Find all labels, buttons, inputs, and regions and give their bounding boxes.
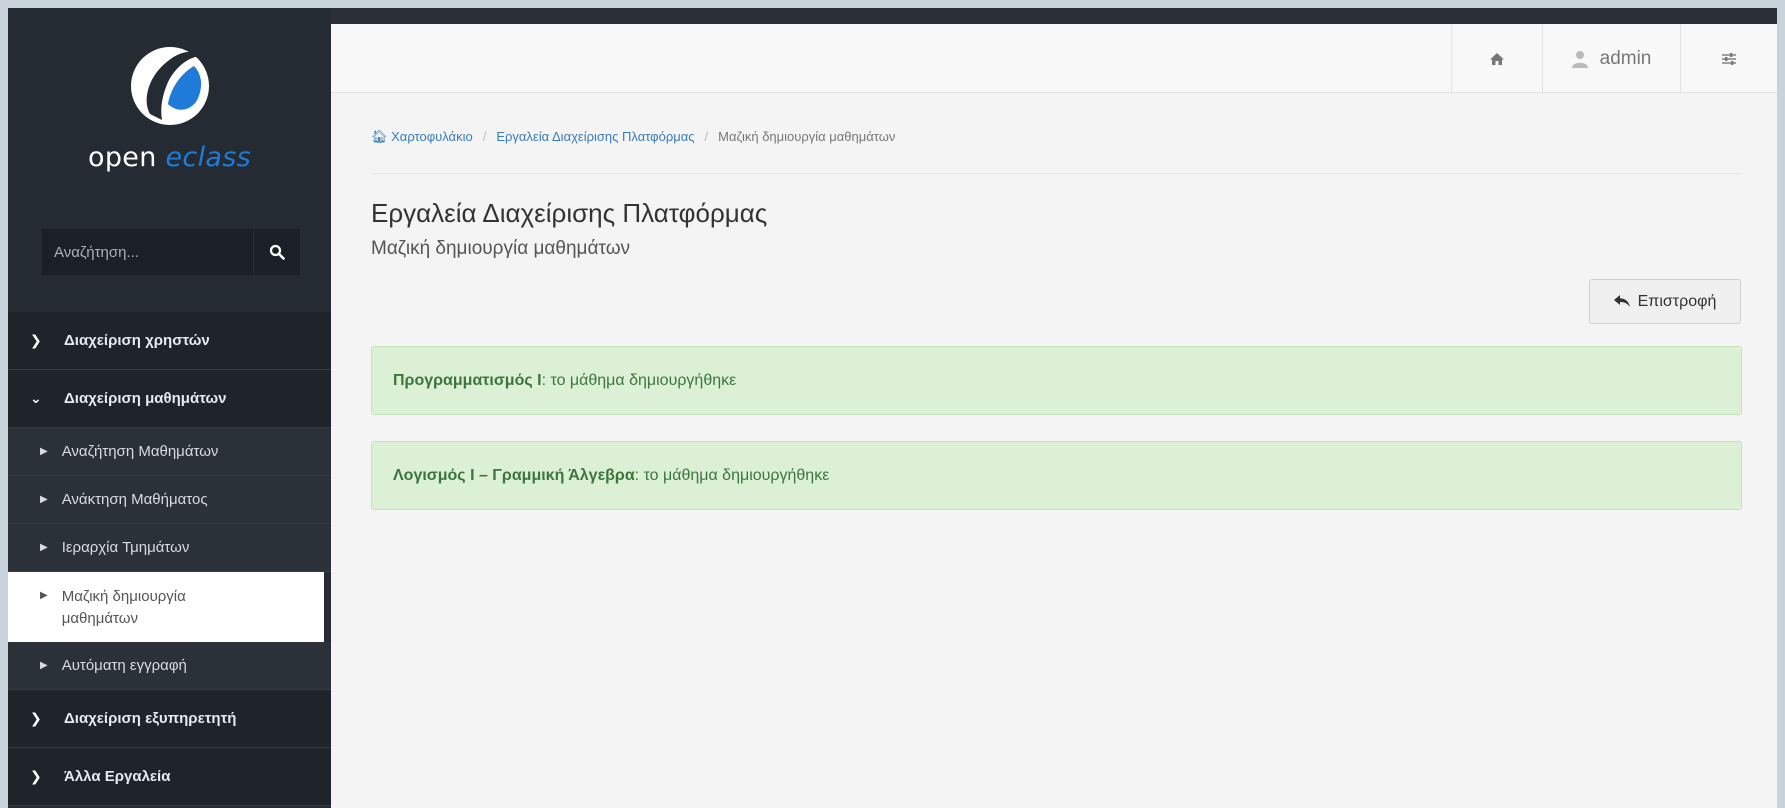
label-line-2: μαθημάτων	[61, 610, 138, 627]
search-input[interactable]	[42, 229, 253, 275]
sidebar-item-users[interactable]: ❯ Διαχείριση χρηστών	[8, 312, 331, 370]
sidebar-subitem-label: Μαζική δημιουργία μαθημάτων	[62, 586, 186, 630]
settings-button[interactable]	[1680, 24, 1777, 93]
sidebar-item-server[interactable]: ❯ Διαχείριση εξυπηρετητή	[8, 690, 331, 748]
main-panel: admin 🏠︎ Χαρτοφυλάκιο / Εργαλεία Διαχείρ…	[331, 24, 1777, 808]
sidebar-item-other-tools[interactable]: ❯ Άλλα Εργαλεία	[8, 748, 331, 806]
caret-right-icon: ▶	[40, 446, 48, 457]
reply-icon	[1613, 295, 1630, 307]
sliders-icon	[1722, 52, 1736, 65]
home-icon: 🏠︎	[371, 129, 388, 144]
success-alert: Προγραμματισμός Ι: το μάθημα δημιουργήθη…	[371, 346, 1742, 415]
sidebar-subitem-hierarchy[interactable]: ▶ Ιεραρχία Τμημάτων	[8, 524, 331, 572]
sidebar-subitem-auto-enroll[interactable]: ▶ Αυτόματη εγγραφή	[8, 642, 331, 690]
username: admin	[1599, 47, 1652, 69]
sidebar-search	[42, 229, 300, 275]
sidebar-item-courses[interactable]: ⌄ Διαχείριση μαθημάτων	[8, 370, 331, 428]
sidebar-item-label: Διαχείριση μαθημάτων	[64, 390, 227, 407]
search-icon	[269, 244, 285, 260]
page-subtitle: Μαζική δημιουργία μαθημάτων	[371, 238, 631, 259]
logo-text: open eclass	[8, 142, 331, 173]
alert-message: : το μάθημα δημιουργήθηκε	[634, 466, 830, 484]
sidebar-subitem-restore-course[interactable]: ▶ Ανάκτηση Μαθήματος	[8, 476, 331, 524]
search-button[interactable]	[253, 229, 300, 275]
logo-text-accent: eclass	[165, 142, 251, 173]
logo[interactable]: open eclass	[8, 44, 331, 173]
home-button[interactable]	[1451, 24, 1542, 93]
user-menu[interactable]: admin	[1542, 24, 1680, 93]
success-alert: Λογισμός Ι – Γραμμική Άλγεβρα: το μάθημα…	[371, 441, 1742, 510]
breadcrumb-label: Χαρτοφυλάκιο	[391, 129, 473, 144]
breadcrumb-current: Μαζική δημιουργία μαθημάτων	[718, 129, 896, 144]
sidebar-item-label: Διαχείριση χρηστών	[64, 332, 210, 349]
sidebar: open eclass ❯ Διαχείριση χρηστών ⌄ Διαχε…	[8, 8, 331, 808]
back-button-label: Επιστροφή	[1637, 292, 1717, 310]
sidebar-subitem-label: Ανάκτηση Μαθήματος	[61, 491, 208, 508]
breadcrumb: 🏠︎ Χαρτοφυλάκιο / Εργαλεία Διαχείρισης Π…	[371, 124, 1742, 174]
back-button[interactable]: Επιστροφή	[1589, 279, 1741, 324]
logo-text-main: open	[88, 142, 166, 173]
chevron-right-icon: ❯	[30, 332, 42, 348]
caret-right-icon: ▶	[40, 660, 48, 671]
breadcrumb-separator: /	[482, 129, 487, 144]
chevron-down-icon: ⌄	[30, 390, 42, 406]
chevron-right-icon: ❯	[30, 768, 42, 784]
alert-course-name: Λογισμός Ι – Γραμμική Άλγεβρα	[393, 466, 635, 484]
alert-course-name: Προγραμματισμός Ι	[393, 371, 542, 389]
page-title: Εργαλεία Διαχείρισης Πλατφόρμας	[371, 198, 768, 228]
topbar: admin	[331, 24, 1777, 93]
sidebar-subitem-label: Αυτόματη εγγραφή	[61, 657, 187, 674]
sidebar-subitem-search-courses[interactable]: ▶ Αναζήτηση Μαθημάτων	[8, 428, 331, 476]
breadcrumb-admin-tools-link[interactable]: Εργαλεία Διαχείρισης Πλατφόρμας	[496, 129, 694, 144]
label-line-1: Μαζική δημιουργία	[61, 588, 186, 605]
alert-message: : το μάθημα δημιουργήθηκε	[541, 371, 737, 389]
sidebar-subitem-label: Αναζήτηση Μαθημάτων	[61, 443, 219, 460]
chevron-right-icon: ❯	[30, 710, 42, 726]
sidebar-item-label: Άλλα Εργαλεία	[64, 768, 171, 785]
sidebar-menu: ❯ Διαχείριση χρηστών ⌄ Διαχείριση μαθημά…	[8, 312, 331, 806]
caret-right-icon: ▶	[40, 590, 48, 601]
breadcrumb-separator: /	[704, 129, 709, 144]
eclass-logo-icon	[130, 47, 209, 125]
breadcrumb-home-link[interactable]: 🏠︎ Χαρτοφυλάκιο	[371, 129, 473, 145]
caret-right-icon: ▶	[40, 542, 48, 553]
sidebar-item-label: Διαχείριση εξυπηρετητή	[64, 710, 237, 727]
sidebar-subitem-mass-create[interactable]: ▶ Μαζική δημιουργία μαθημάτων	[8, 572, 324, 642]
user-icon	[1571, 50, 1588, 68]
sidebar-subitem-label: Ιεραρχία Τμημάτων	[61, 539, 190, 556]
caret-right-icon: ▶	[40, 494, 48, 505]
home-icon	[1490, 52, 1504, 65]
